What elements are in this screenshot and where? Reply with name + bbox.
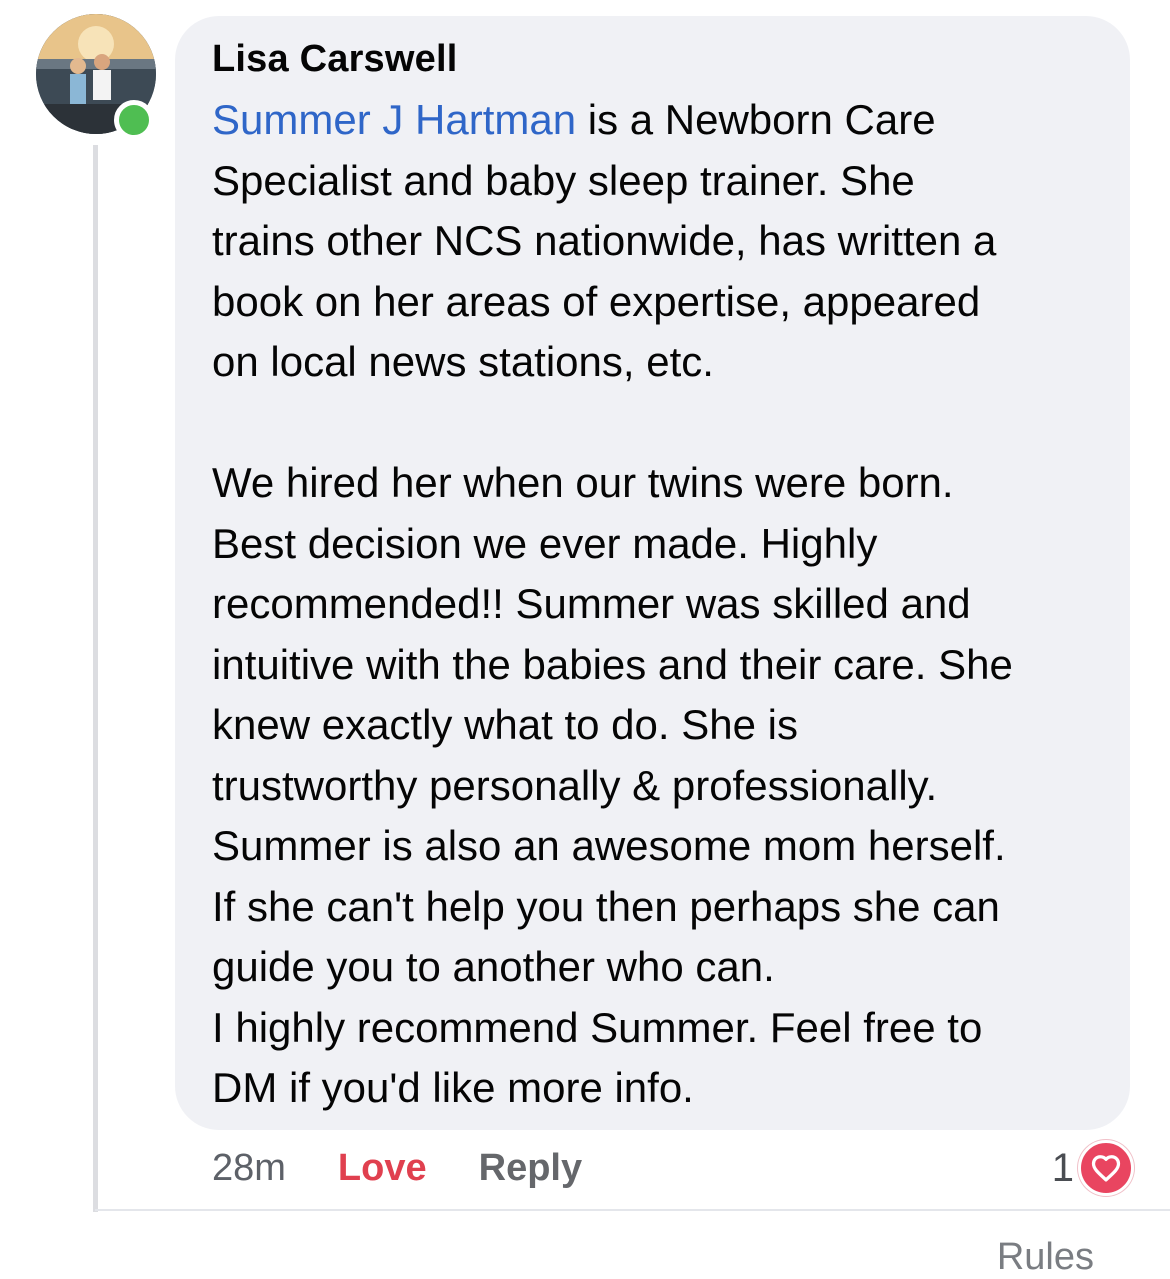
comment-line: knew exactly what to do. She is	[212, 701, 798, 748]
comment-actions: 28m Love Reply	[212, 1144, 582, 1192]
comment-line: on local news stations, etc.	[212, 338, 714, 385]
comment-line: Summer is also an awesome mom herself.	[212, 822, 1006, 869]
comment-line: Best decision we ever made. Highly	[212, 519, 878, 567]
comment-timestamp[interactable]: 28m	[212, 1147, 286, 1190]
comment-line: We hired her when our twins were born.	[212, 459, 954, 506]
comment-line: recommended!! Summer was skilled and	[212, 580, 971, 627]
comment-line: trains other NCS nationwide, has written…	[212, 217, 997, 264]
comment-line: book on her areas of expertise, appeared	[212, 277, 981, 325]
comment-author[interactable]: Lisa Carswell	[212, 38, 458, 81]
comment-line: trustworthy personally & professionally.	[212, 761, 938, 809]
comment-line: Specialist and baby sleep trainer. She	[212, 156, 915, 204]
rules-link[interactable]: Rules	[997, 1236, 1094, 1279]
comment-text: Summer J Hartman is a Newborn Care Speci…	[212, 90, 1112, 1119]
reaction-summary[interactable]: 1	[1052, 1140, 1134, 1196]
reaction-count: 1	[1051, 1145, 1074, 1190]
comment-line: guide you to another who can.	[212, 943, 775, 990]
divider	[95, 1209, 1170, 1211]
love-reaction-button[interactable]: Love	[338, 1147, 427, 1190]
online-status-indicator	[114, 100, 154, 140]
comment-line: DM if you'd like more info.	[212, 1064, 694, 1111]
comment-text-segment: is a Newborn Care	[576, 96, 936, 143]
heart-icon	[1078, 1140, 1134, 1196]
comment-line: If she can't help you then perhaps she c…	[212, 882, 1000, 930]
thread-line	[93, 145, 98, 1212]
reply-button[interactable]: Reply	[479, 1147, 582, 1190]
comment-line: Summer J Hartman is a Newborn Care	[212, 90, 1112, 151]
comment-line: intuitive with the babies and their care…	[212, 640, 1013, 688]
comment-line: I highly recommend Summer. Feel free to	[212, 1003, 983, 1051]
mention-link[interactable]: Summer J Hartman	[212, 96, 576, 143]
